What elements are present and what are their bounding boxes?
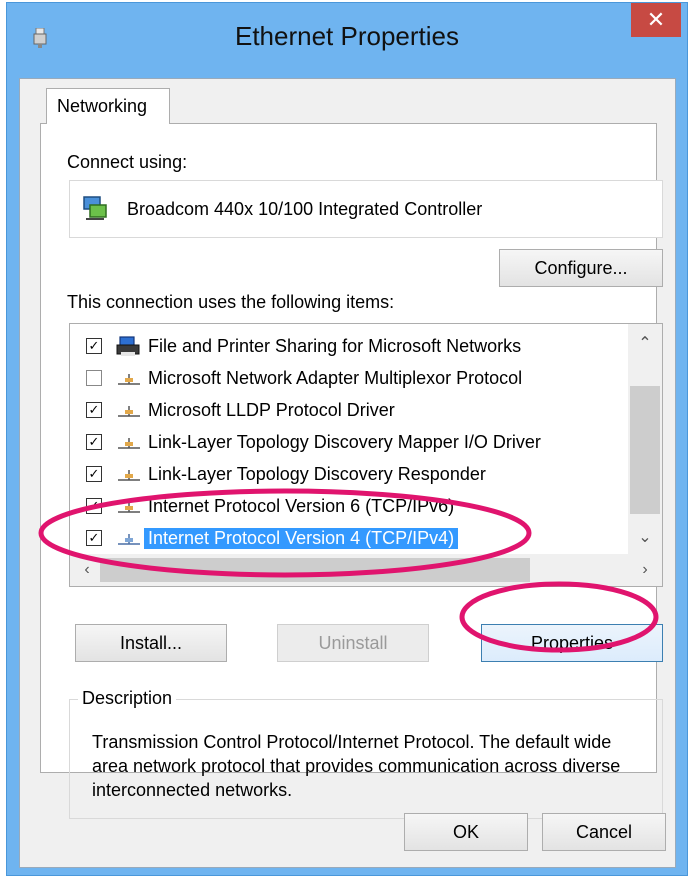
uninstall-button: Uninstall xyxy=(277,624,429,662)
list-item[interactable]: ✓ Internet Protocol Version 6 (TCP/IPv6) xyxy=(70,492,630,522)
item-checkbox[interactable]: ✓ xyxy=(86,466,102,482)
scroll-right-icon[interactable]: › xyxy=(628,555,662,585)
item-label: Link-Layer Topology Discovery Mapper I/O… xyxy=(148,432,541,452)
cancel-button[interactable]: Cancel xyxy=(542,813,666,851)
protocol-icon xyxy=(118,406,140,417)
title-bar[interactable]: Ethernet Properties ✕ xyxy=(7,3,687,75)
properties-button[interactable]: Properties xyxy=(481,624,663,662)
protocol-icon xyxy=(118,470,140,481)
adapter-name: Broadcom 440x 10/100 Integrated Controll… xyxy=(127,199,483,219)
horizontal-scrollbar[interactable]: ‹ › xyxy=(70,554,662,586)
item-label: Internet Protocol Version 6 (TCP/IPv6) xyxy=(148,496,455,516)
dialog-client-area: Networking Connect using: Broadcom 440x … xyxy=(19,78,676,868)
list-item[interactable]: ✓ Link-Layer Topology Discovery Responde… xyxy=(70,460,630,490)
description-group: Description Transmission Control Protoco… xyxy=(69,688,663,819)
description-title: Description xyxy=(78,688,177,709)
list-item[interactable]: ✓ Microsoft LLDP Protocol Driver xyxy=(70,396,630,426)
network-adapter-icon xyxy=(83,196,107,220)
vertical-scroll-thumb[interactable] xyxy=(630,386,660,514)
item-label: Microsoft LLDP Protocol Driver xyxy=(148,400,395,420)
list-item[interactable]: ✓ Link-Layer Topology Discovery Mapper I… xyxy=(70,428,630,458)
install-button[interactable]: Install... xyxy=(75,624,227,662)
items-label: This connection uses the following items… xyxy=(67,292,395,312)
item-checkbox[interactable]: ✓ xyxy=(86,434,102,450)
protocol-icon xyxy=(118,502,140,513)
item-checkbox[interactable]: ✓ xyxy=(86,402,102,418)
list-item[interactable]: Microsoft Network Adapter Multiplexor Pr… xyxy=(70,364,630,394)
printer-share-icon xyxy=(116,336,140,356)
window-title: Ethernet Properties xyxy=(234,21,459,51)
scroll-up-icon[interactable]: ⌃ xyxy=(628,328,662,358)
components-list[interactable]: ✓ File and Printer Sharing for Microsoft… xyxy=(69,323,663,587)
item-checkbox[interactable]: ✓ xyxy=(86,498,102,514)
description-text: Transmission Control Protocol/Internet P… xyxy=(92,732,621,800)
tab-networking[interactable]: Networking xyxy=(46,88,170,124)
item-checkbox[interactable]: ✓ xyxy=(86,338,102,354)
scroll-left-icon[interactable]: ‹ xyxy=(70,555,104,585)
horizontal-scroll-thumb[interactable] xyxy=(100,558,530,582)
protocol-icon xyxy=(118,438,140,449)
close-button[interactable]: ✕ xyxy=(631,3,681,37)
protocol-icon xyxy=(118,374,140,385)
properties-window: Ethernet Properties ✕ Networking Connect… xyxy=(6,2,688,876)
scroll-down-icon[interactable]: ⌄ xyxy=(628,522,662,552)
item-label: Link-Layer Topology Discovery Responder xyxy=(148,464,486,484)
protocol-icon xyxy=(118,534,140,545)
list-item-selected[interactable]: ✓ Internet Protocol Version 4 (TCP/IPv4) xyxy=(70,524,630,554)
item-label: File and Printer Sharing for Microsoft N… xyxy=(148,336,522,356)
item-label: Microsoft Network Adapter Multiplexor Pr… xyxy=(148,368,523,388)
item-label: Internet Protocol Version 4 (TCP/IPv4) xyxy=(144,528,459,549)
item-checkbox[interactable] xyxy=(86,370,102,386)
networking-panel: Connect using: Broadcom 440x 10/100 Inte… xyxy=(40,123,663,819)
item-checkbox[interactable]: ✓ xyxy=(86,530,102,546)
adapter-display: Broadcom 440x 10/100 Integrated Controll… xyxy=(69,180,663,238)
ok-button[interactable]: OK xyxy=(404,813,528,851)
connect-using-label: Connect using: xyxy=(67,152,188,172)
vertical-scrollbar[interactable]: ⌃ ⌄ xyxy=(628,324,662,556)
configure-button[interactable]: Configure... xyxy=(499,249,663,287)
list-item[interactable]: ✓ File and Printer Sharing for Microsoft… xyxy=(70,332,630,362)
